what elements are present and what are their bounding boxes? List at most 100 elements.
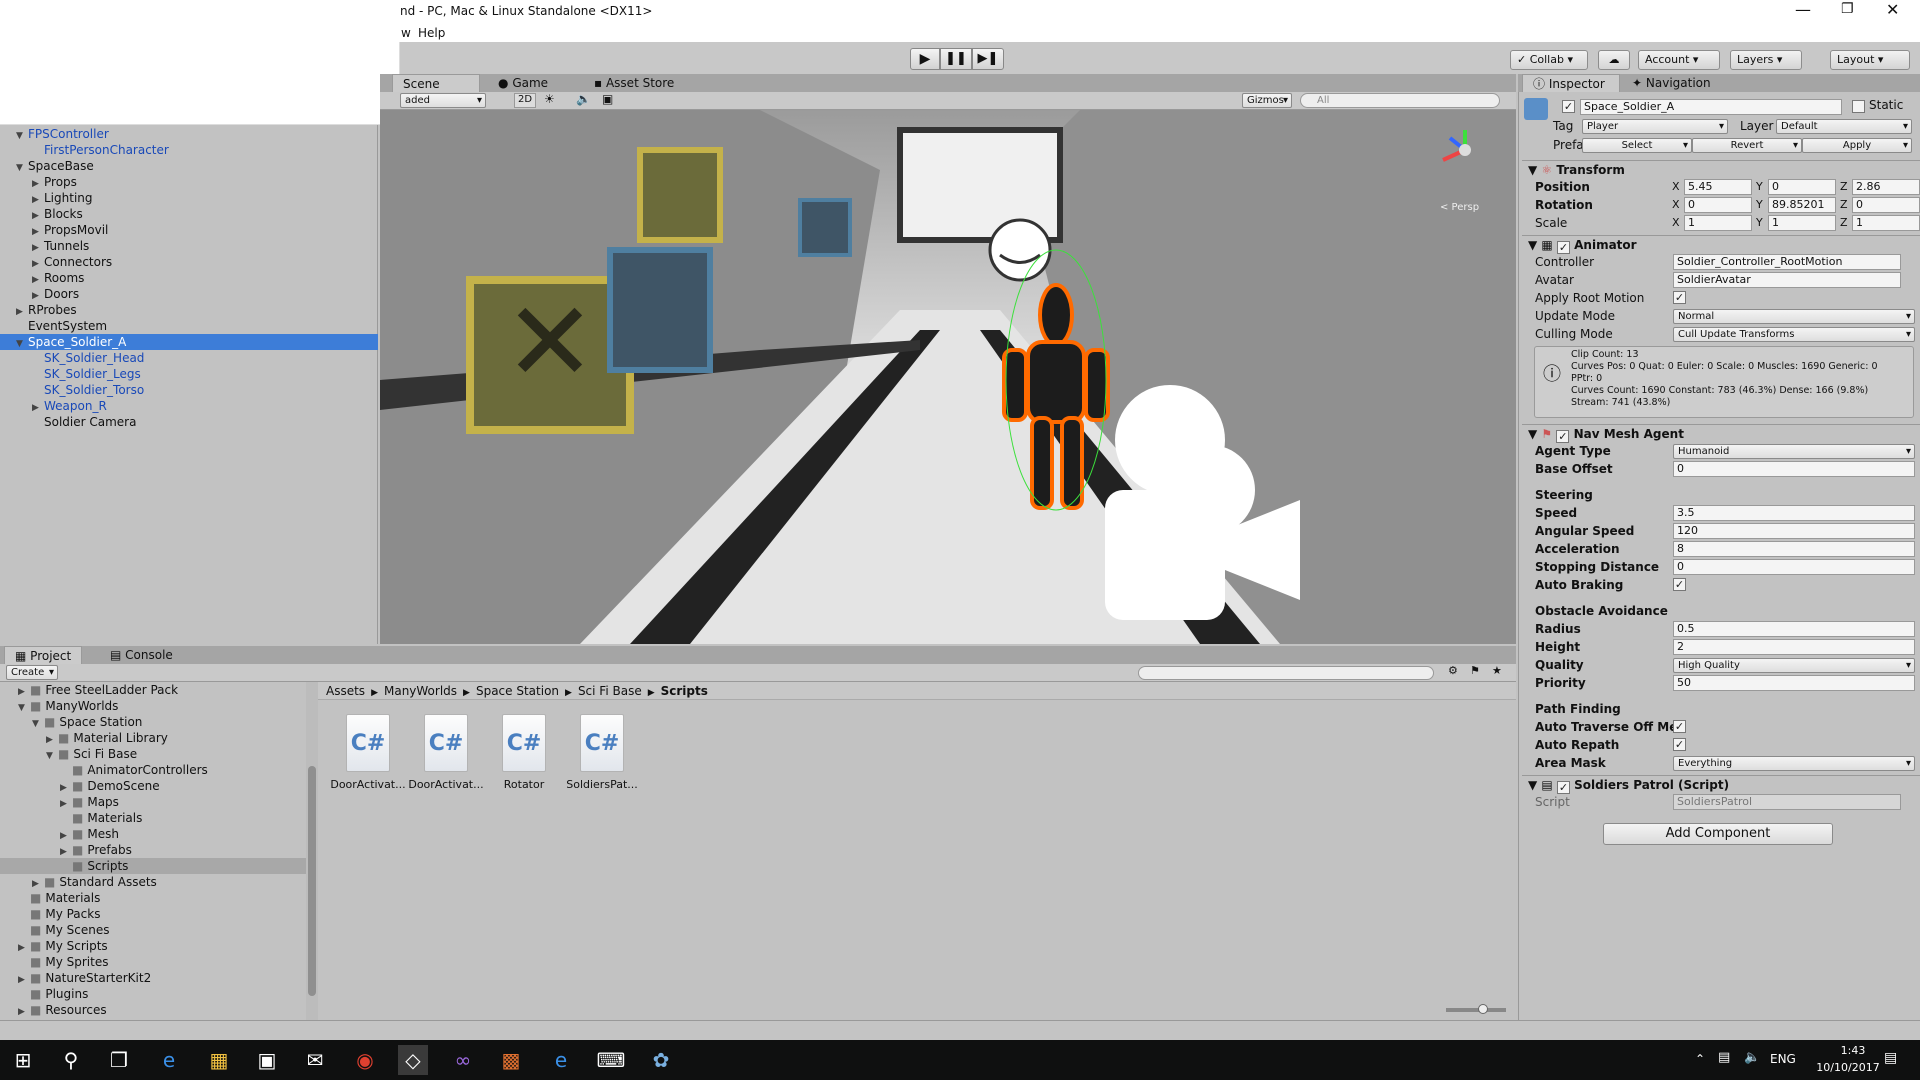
scene-search-input[interactable]: All bbox=[1300, 93, 1500, 108]
hierarchy-item[interactable]: ▼Space_Soldier_A bbox=[0, 334, 378, 350]
soldiers-patrol-header[interactable]: ▼ ▤ ✓ Soldiers Patrol (Script) bbox=[1522, 775, 1920, 794]
hierarchy-item[interactable]: SK_Soldier_Head bbox=[0, 350, 378, 366]
breadcrumb-item[interactable]: Assets bbox=[326, 684, 365, 698]
internet-explorer-icon[interactable]: e bbox=[546, 1045, 576, 1075]
hierarchy-item[interactable]: ▼FPSController bbox=[0, 126, 378, 142]
notification-icon[interactable]: ▤ bbox=[1884, 1050, 1897, 1066]
transform-py-field[interactable]: 0 bbox=[1768, 179, 1836, 195]
project-tree-item[interactable]: ▶■Free SteelLadder Pack bbox=[0, 682, 306, 698]
transform-rz-field[interactable]: 0 bbox=[1852, 197, 1920, 213]
nav-priority-field[interactable]: 50 bbox=[1673, 675, 1915, 691]
collab-button[interactable]: ✓ Collab ▾ bbox=[1510, 50, 1588, 70]
hierarchy-item[interactable]: EventSystem bbox=[0, 318, 378, 334]
persp-label[interactable]: < Persp bbox=[1440, 202, 1479, 213]
avatar-field[interactable]: SoldierAvatar bbox=[1673, 272, 1901, 288]
static-checkbox[interactable] bbox=[1852, 100, 1865, 113]
script-asset[interactable]: C#DoorActivat... bbox=[328, 714, 408, 791]
project-tree-item[interactable]: ▶■Prefabs bbox=[0, 842, 306, 858]
prefab-revert-button[interactable]: Revert bbox=[1692, 138, 1802, 153]
culling-mode-dropdown[interactable]: Cull Update Transforms bbox=[1673, 327, 1915, 342]
project-tree-item[interactable]: ▼■Sci Fi Base bbox=[0, 746, 306, 762]
unity-icon[interactable]: ◇ bbox=[398, 1045, 428, 1075]
gizmos-dropdown[interactable]: Gizmos bbox=[1242, 93, 1292, 108]
transform-rx-field[interactable]: 0 bbox=[1684, 197, 1752, 213]
tab-project[interactable]: ▦ Project bbox=[4, 646, 82, 664]
transform-sy-field[interactable]: 1 bbox=[1768, 215, 1836, 231]
tab-scene[interactable]: Scene bbox=[392, 74, 480, 92]
project-tree-item[interactable]: ▶■My Scripts bbox=[0, 938, 306, 954]
project-tree-item[interactable]: ▶■Material Library bbox=[0, 730, 306, 746]
project-tree-item[interactable]: ▶■Resources bbox=[0, 1002, 306, 1018]
effects-icon[interactable]: ▣ bbox=[602, 92, 613, 106]
label-icon[interactable]: ⚑ bbox=[1470, 664, 1480, 677]
hierarchy-item[interactable]: SK_Soldier_Torso bbox=[0, 382, 378, 398]
tab-inspector[interactable]: ⓘ Inspector bbox=[1522, 74, 1620, 92]
tab-game[interactable]: ● Game bbox=[488, 74, 558, 92]
audio-icon[interactable]: 🔈 bbox=[576, 92, 591, 106]
file-explorer-icon[interactable]: ▦ bbox=[204, 1045, 234, 1075]
breadcrumb-item[interactable]: ManyWorlds bbox=[384, 684, 457, 698]
nav-stop-field[interactable]: 0 bbox=[1673, 559, 1915, 575]
nav-repath-checkbox[interactable]: ✓ bbox=[1673, 738, 1686, 751]
close-icon[interactable]: ✕ bbox=[1886, 0, 1899, 19]
nav-area-dropdown[interactable]: Everything bbox=[1673, 756, 1915, 771]
nav-brake-checkbox[interactable]: ✓ bbox=[1673, 578, 1686, 591]
hierarchy-item[interactable]: ▶Doors bbox=[0, 286, 378, 302]
transform-ry-field[interactable]: 89.85201 bbox=[1768, 197, 1836, 213]
hierarchy-item[interactable]: ▶Blocks bbox=[0, 206, 378, 222]
project-search-input[interactable] bbox=[1138, 666, 1434, 680]
app-icon[interactable]: ✿ bbox=[646, 1045, 676, 1075]
nav-quality-dropdown[interactable]: High Quality bbox=[1673, 658, 1915, 673]
layer-dropdown[interactable]: Default bbox=[1776, 119, 1912, 134]
windows-start-icon[interactable]: ⊞ bbox=[8, 1045, 38, 1075]
chrome-icon[interactable]: ◉ bbox=[350, 1045, 380, 1075]
hierarchy-item[interactable]: ▶PropsMovil bbox=[0, 222, 378, 238]
layers-button[interactable]: Layers ▾ bbox=[1730, 50, 1802, 70]
project-tree-item[interactable]: ■My Sprites bbox=[0, 954, 306, 970]
lighting-icon[interactable]: ☀ bbox=[544, 92, 555, 106]
hierarchy-item[interactable]: Soldier Camera bbox=[0, 414, 378, 430]
script-asset[interactable]: C#DoorActivat... bbox=[406, 714, 486, 791]
play-button[interactable]: ▶ bbox=[910, 48, 940, 70]
breadcrumb-item[interactable]: Scripts bbox=[661, 684, 708, 698]
clock-time[interactable]: 1:43 bbox=[1818, 1044, 1888, 1057]
tab-asset-store[interactable]: ▪ Asset Store bbox=[584, 74, 684, 92]
project-tree-item[interactable]: ■Materials bbox=[0, 890, 306, 906]
favorite-icon[interactable]: ★ bbox=[1492, 664, 1502, 677]
nav-traverse-checkbox[interactable]: ✓ bbox=[1673, 720, 1686, 733]
clock-date[interactable]: 10/10/2017 bbox=[1808, 1061, 1888, 1074]
media-app-icon[interactable]: ▩ bbox=[496, 1045, 526, 1075]
nav-ang-field[interactable]: 120 bbox=[1673, 523, 1915, 539]
scene-viewport[interactable]: ✕ < Persp bbox=[380, 110, 1516, 644]
shading-mode-dropdown[interactable]: aded bbox=[400, 93, 486, 108]
hierarchy-item[interactable]: ▶Tunnels bbox=[0, 238, 378, 254]
network-icon[interactable]: ▤ bbox=[1718, 1050, 1730, 1065]
icon-size-slider[interactable] bbox=[1446, 1008, 1506, 1012]
project-tree-item[interactable]: ▶■Mesh bbox=[0, 826, 306, 842]
transform-sx-field[interactable]: 1 bbox=[1684, 215, 1752, 231]
apply-root-motion-checkbox[interactable]: ✓ bbox=[1673, 291, 1686, 304]
project-tree-item[interactable]: ▶■NatureStarterKit2 bbox=[0, 970, 306, 986]
transform-px-field[interactable]: 5.45 bbox=[1684, 179, 1752, 195]
project-tree-item[interactable]: ▼■ManyWorlds bbox=[0, 698, 306, 714]
script-asset[interactable]: C#SoldiersPat... bbox=[562, 714, 642, 791]
2d-toggle[interactable]: 2D bbox=[514, 93, 536, 108]
breadcrumb-item[interactable]: Space Station bbox=[476, 684, 559, 698]
account-button[interactable]: Account ▾ bbox=[1638, 50, 1720, 70]
transform-sz-field[interactable]: 1 bbox=[1852, 215, 1920, 231]
project-tree-item[interactable]: ▼■Space Station bbox=[0, 714, 306, 730]
tray-chevron-icon[interactable]: ⌃ bbox=[1695, 1052, 1705, 1066]
edge-icon[interactable]: e bbox=[154, 1045, 184, 1075]
tab-console[interactable]: ▤ Console bbox=[100, 646, 183, 664]
tab-navigation[interactable]: ✦ Navigation bbox=[1622, 74, 1721, 92]
project-tree-item[interactable]: ■AnimatorControllers bbox=[0, 762, 306, 778]
menu-window-fragment[interactable]: w bbox=[401, 26, 411, 40]
hierarchy-item[interactable]: ▶RProbes bbox=[0, 302, 378, 318]
filter-type-icon[interactable]: ⚙ bbox=[1448, 664, 1458, 677]
create-dropdown[interactable]: Create bbox=[6, 665, 58, 680]
visual-studio-icon[interactable]: ∞ bbox=[448, 1045, 478, 1075]
cloud-button[interactable]: ☁ bbox=[1598, 50, 1630, 70]
restore-icon[interactable]: ❐ bbox=[1841, 1, 1854, 17]
scrollbar-thumb[interactable] bbox=[308, 766, 316, 996]
hierarchy-item[interactable]: ▼SpaceBase bbox=[0, 158, 378, 174]
